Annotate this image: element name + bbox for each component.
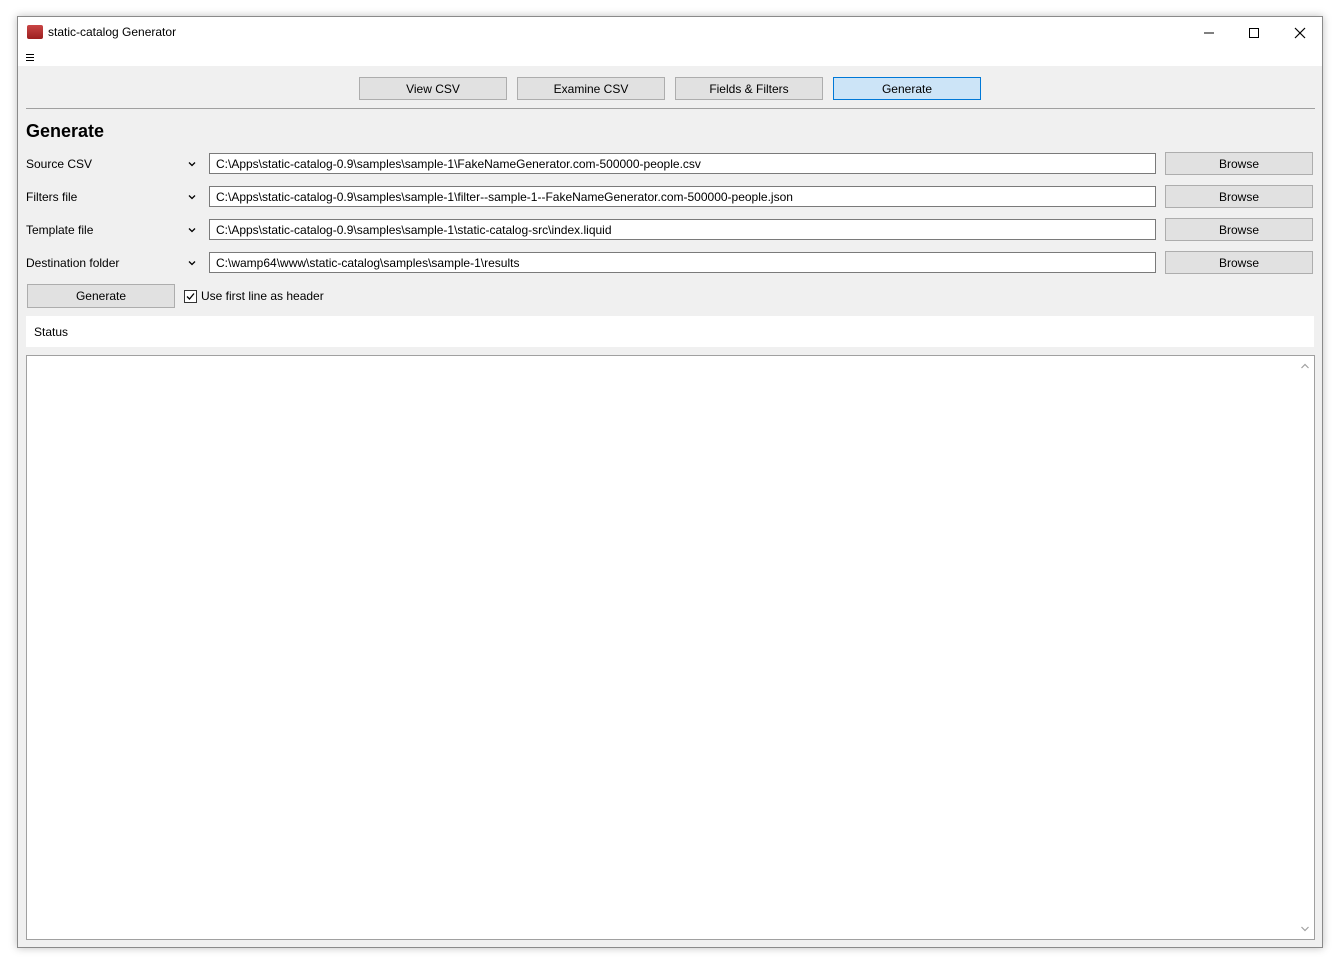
source-csv-label: Source CSV	[26, 157, 93, 171]
close-icon	[1294, 27, 1306, 38]
close-button[interactable]	[1277, 17, 1323, 48]
chevron-down-icon[interactable]	[186, 224, 198, 236]
chevron-down-icon[interactable]	[186, 191, 198, 203]
app-window: static-catalog Generator View CSV Examin…	[17, 16, 1323, 948]
filters-file-field[interactable]: C:\Apps\static-catalog-0.9\samples\sampl…	[209, 186, 1156, 207]
use-header-checkbox[interactable]	[184, 289, 197, 303]
maximize-button[interactable]	[1231, 17, 1277, 48]
maximize-icon	[1249, 27, 1259, 38]
chevron-down-icon[interactable]	[186, 257, 198, 269]
tab-examine-csv[interactable]: Examine CSV	[517, 77, 665, 100]
status-label: Status	[34, 325, 69, 339]
chevron-down-icon[interactable]	[186, 158, 198, 170]
tab-divider	[26, 108, 1315, 109]
minimize-icon	[1204, 32, 1214, 33]
filters-file-label: Filters file	[26, 190, 78, 204]
hamburger-menu-icon[interactable]	[26, 50, 38, 64]
minimize-button[interactable]	[1186, 17, 1232, 48]
browse-source-csv-button[interactable]: Browse	[1165, 152, 1313, 175]
destination-folder-field[interactable]: C:\wamp64\www\static-catalog\samples\sam…	[209, 252, 1156, 273]
template-file-label: Template file	[26, 223, 94, 237]
browse-filters-file-button[interactable]: Browse	[1165, 185, 1313, 208]
status-log-textarea[interactable]	[26, 355, 1315, 940]
title-bar[interactable]: static-catalog Generator	[18, 17, 1322, 48]
tab-bar: View CSV Examine CSV Fields & Filters Ge…	[18, 77, 1322, 100]
status-bar: Status	[26, 316, 1314, 347]
vertical-scrollbar[interactable]	[1297, 356, 1314, 939]
template-file-field[interactable]: C:\Apps\static-catalog-0.9\samples\sampl…	[209, 219, 1156, 240]
tab-generate[interactable]: Generate	[833, 77, 981, 100]
menu-bar	[18, 48, 1322, 66]
scroll-down-icon[interactable]	[1300, 925, 1310, 933]
tab-fields-filters[interactable]: Fields & Filters	[675, 77, 823, 100]
header-checkbox-control[interactable]: Use first line as header	[184, 289, 324, 303]
scroll-up-icon[interactable]	[1300, 362, 1310, 370]
page-title: Generate	[26, 121, 105, 141]
destination-folder-label: Destination folder	[26, 256, 120, 270]
app-icon	[27, 25, 43, 39]
browse-template-file-button[interactable]: Browse	[1165, 218, 1313, 241]
source-csv-field[interactable]: C:\Apps\static-catalog-0.9\samples\sampl…	[209, 153, 1156, 174]
use-header-label: Use first line as header	[201, 289, 324, 303]
window-title: static-catalog Generator	[48, 25, 177, 39]
generate-button[interactable]: Generate	[27, 284, 175, 308]
browse-destination-folder-button[interactable]: Browse	[1165, 251, 1313, 274]
tab-view-csv[interactable]: View CSV	[359, 77, 507, 100]
checkmark-icon	[186, 292, 195, 300]
